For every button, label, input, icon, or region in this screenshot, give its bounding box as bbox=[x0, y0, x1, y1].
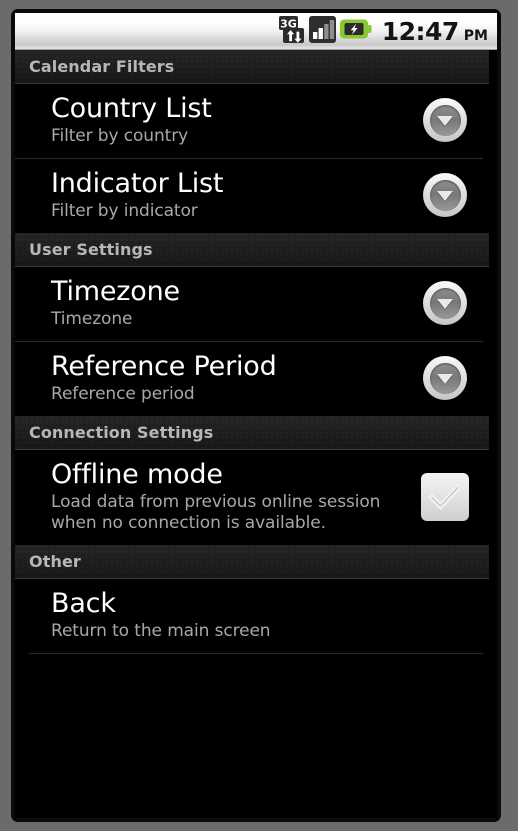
dropdown-button[interactable] bbox=[423, 356, 467, 401]
list-item-country-list[interactable]: Country List Filter by country bbox=[15, 84, 483, 159]
section-header-label: Connection Settings bbox=[29, 422, 214, 442]
chevron-down-icon bbox=[437, 298, 453, 309]
section-header-label: User Settings bbox=[29, 239, 153, 259]
3g-data-icon: 3G bbox=[278, 15, 305, 47]
chevron-down-icon bbox=[437, 190, 453, 201]
widget-slot bbox=[407, 173, 483, 218]
widget-slot bbox=[407, 356, 483, 401]
dropdown-button-inner bbox=[429, 179, 461, 211]
dropdown-button-inner bbox=[429, 362, 461, 394]
list-item-indicator-list[interactable]: Indicator List Filter by indicator bbox=[15, 159, 483, 233]
chevron-down-icon bbox=[437, 373, 453, 384]
item-title: Reference Period bbox=[51, 350, 277, 382]
list-item-timezone[interactable]: Timezone Timezone bbox=[15, 267, 483, 342]
list-item-text: Back Return to the main screen bbox=[15, 587, 407, 642]
item-title: Back bbox=[51, 587, 116, 619]
offline-mode-checkbox[interactable] bbox=[421, 472, 469, 521]
settings-list[interactable]: Calendar Filters Country List Filter by … bbox=[15, 50, 497, 818]
widget-slot bbox=[407, 281, 483, 326]
chevron-down-icon bbox=[437, 115, 453, 126]
item-title: Indicator List bbox=[51, 167, 224, 199]
section-header-label: Calendar Filters bbox=[29, 57, 175, 76]
list-item-text: Offline mode Load data from previous onl… bbox=[15, 458, 407, 534]
list-bottom-divider bbox=[29, 652, 483, 654]
item-summary: Return to the main screen bbox=[51, 620, 271, 641]
clock-ampm: PM bbox=[463, 27, 488, 44]
dropdown-button-inner bbox=[429, 287, 461, 319]
list-item-text: Country List Filter by country bbox=[15, 93, 407, 147]
list-item-offline-mode[interactable]: Offline mode Load data from previous onl… bbox=[15, 450, 483, 545]
widget-slot bbox=[407, 98, 483, 143]
clock-time: 12:47 bbox=[381, 16, 460, 46]
item-summary: Reference period bbox=[51, 384, 195, 405]
dropdown-button[interactable] bbox=[423, 98, 467, 143]
section-header-label: Other bbox=[29, 551, 81, 571]
item-title: Country List bbox=[51, 93, 212, 124]
device-frame: 3G 12:47 PM Calendar Filters Country Lis… bbox=[0, 0, 518, 831]
item-summary: Filter by country bbox=[51, 126, 189, 147]
section-header-connection-settings: Connection Settings bbox=[15, 416, 489, 450]
list-item-reference-period[interactable]: Reference Period Reference period bbox=[15, 342, 483, 416]
dropdown-button[interactable] bbox=[423, 173, 467, 218]
item-summary: Filter by indicator bbox=[51, 201, 198, 222]
item-summary: Timezone bbox=[51, 309, 133, 330]
dropdown-button-inner bbox=[429, 104, 461, 136]
status-bar[interactable]: 3G 12:47 PM bbox=[15, 13, 497, 50]
item-title: Timezone bbox=[51, 275, 180, 307]
list-item-text: Indicator List Filter by indicator bbox=[15, 167, 407, 222]
section-header-user-settings: User Settings bbox=[15, 233, 489, 267]
signal-bars-icon bbox=[308, 15, 336, 47]
list-item-back[interactable]: Back Return to the main screen bbox=[15, 579, 483, 653]
checkmark-icon bbox=[428, 483, 462, 510]
item-title: Offline mode bbox=[51, 458, 223, 490]
list-item-text: Timezone Timezone bbox=[15, 275, 407, 330]
item-summary: Load data from previous online session w… bbox=[51, 492, 381, 533]
section-header-other: Other bbox=[15, 545, 489, 579]
battery-charging-icon bbox=[339, 17, 373, 45]
list-item-text: Reference Period Reference period bbox=[15, 350, 407, 405]
dropdown-button[interactable] bbox=[423, 281, 467, 326]
widget-slot bbox=[407, 472, 483, 521]
section-header-calendar-filters: Calendar Filters bbox=[15, 50, 489, 84]
status-clock: 12:47 PM bbox=[382, 19, 488, 44]
screen-bezel: 3G 12:47 PM Calendar Filters Country Lis… bbox=[11, 9, 501, 822]
